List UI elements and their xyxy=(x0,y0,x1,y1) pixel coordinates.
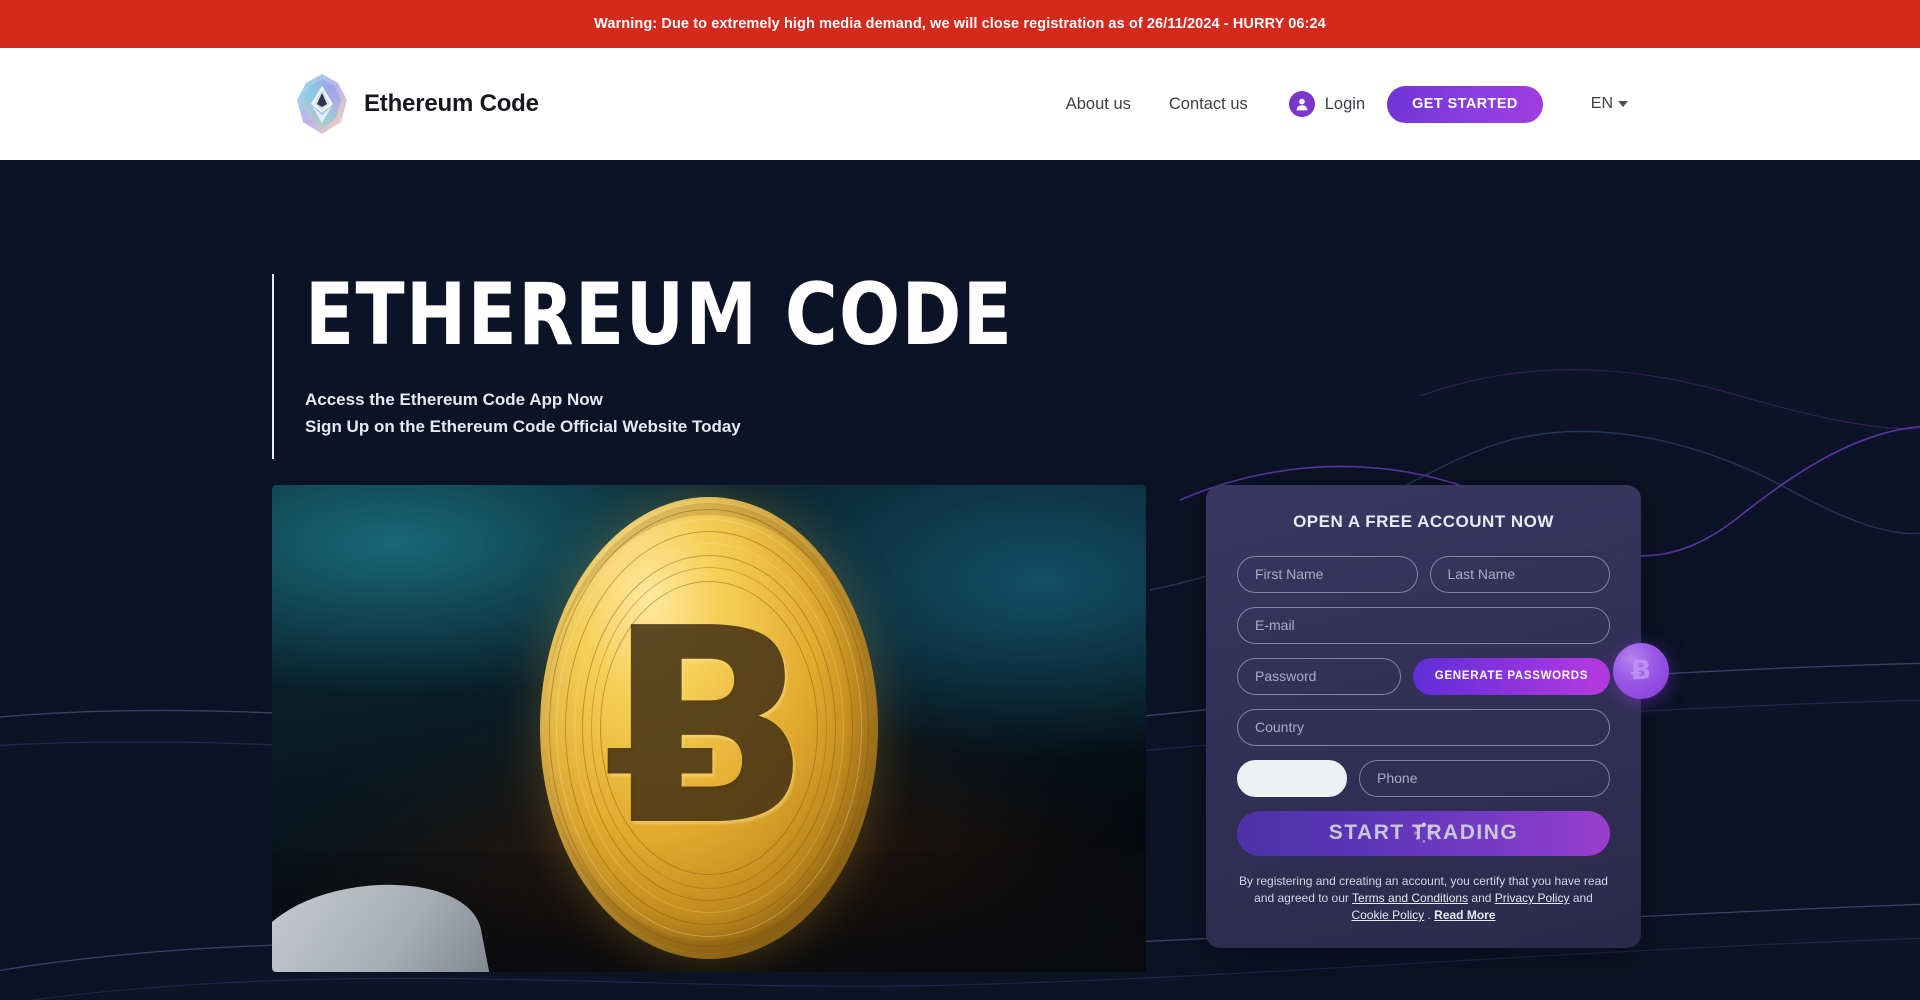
bitcoin-coin-icon: Ƀ xyxy=(540,497,878,960)
floating-bitcoin-button[interactable]: Ƀ xyxy=(1613,642,1669,699)
hero-section: ETHEREUM CODE Access the Ethereum Code A… xyxy=(0,160,1920,1000)
nav-contact-us[interactable]: Contact us xyxy=(1150,95,1267,114)
nav-about-us[interactable]: About us xyxy=(1047,95,1150,114)
user-avatar-icon xyxy=(1288,91,1315,117)
brand-logo-link[interactable]: Ethereum Code xyxy=(294,73,539,135)
get-started-button[interactable]: GET STARTED xyxy=(1387,85,1543,123)
email-row xyxy=(1237,606,1610,644)
read-more-link[interactable]: Read More xyxy=(1434,908,1495,922)
hero-title: ETHEREUM CODE xyxy=(305,265,1014,365)
hero-subtitle: Access the Ethereum Code App Now Sign Up… xyxy=(305,387,1920,440)
registration-form-card: OPEN A FREE ACCOUNT NOW GENERATE PASSWOR… xyxy=(1206,484,1669,949)
brand-name: Ethereum Code xyxy=(364,90,539,117)
site-header: Ethereum Code About us Contact us Login … xyxy=(0,48,1920,160)
hero-accent-line xyxy=(272,274,274,459)
email-input[interactable] xyxy=(1237,606,1610,644)
name-row xyxy=(1237,555,1610,593)
hero-subtitle-line-1: Access the Ethereum Code App Now xyxy=(305,390,603,410)
registration-form-title: OPEN A FREE ACCOUNT NOW xyxy=(1293,511,1554,531)
chevron-down-icon xyxy=(1618,101,1628,107)
bitcoin-b-glyph: Ƀ xyxy=(606,570,812,886)
last-name-input[interactable] xyxy=(1429,555,1610,593)
disclaimer-sep-2: and xyxy=(1572,891,1593,906)
warning-banner: Warning: Due to extremely high media dem… xyxy=(0,0,1920,48)
password-row: GENERATE PASSWORDS xyxy=(1237,657,1610,695)
login-button[interactable]: Login xyxy=(1288,91,1366,117)
bitcoin-coin-photo: Ƀ xyxy=(272,484,1146,972)
first-name-input[interactable] xyxy=(1237,555,1418,593)
password-input[interactable] xyxy=(1237,657,1401,695)
bitcoin-glyph-icon: Ƀ xyxy=(1630,655,1652,687)
country-row xyxy=(1237,708,1610,746)
terms-and-conditions-link[interactable]: Terms and Conditions xyxy=(1352,891,1468,905)
registration-disclaimer: By registering and creating an account, … xyxy=(1237,873,1610,924)
hero-subtitle-line-2: Sign Up on the Ethereum Code Official We… xyxy=(305,416,741,436)
dial-code-input[interactable] xyxy=(1237,759,1347,797)
warning-banner-text: Warning: Due to extremely high media dem… xyxy=(594,16,1326,32)
spinner-icon xyxy=(1413,822,1435,844)
phone-input[interactable] xyxy=(1359,759,1610,797)
hero-heading-block: ETHEREUM CODE Access the Ethereum Code A… xyxy=(272,265,1920,459)
login-label: Login xyxy=(1324,94,1366,113)
generate-passwords-button[interactable]: GENERATE PASSWORDS xyxy=(1413,657,1610,695)
phone-row xyxy=(1237,759,1610,797)
crystal-polygon-logo-icon xyxy=(294,73,350,135)
language-selector-value: EN xyxy=(1590,95,1613,112)
language-selector[interactable]: EN xyxy=(1591,95,1628,113)
cookie-policy-link[interactable]: Cookie Policy xyxy=(1351,908,1424,922)
start-trading-button[interactable]: START TRADING xyxy=(1237,810,1610,856)
header-nav: About us Contact us Login GET STARTED EN xyxy=(1047,85,1920,123)
country-input[interactable] xyxy=(1237,708,1610,746)
disclaimer-sep-1: and xyxy=(1471,891,1495,906)
privacy-policy-link[interactable]: Privacy Policy xyxy=(1495,891,1570,905)
